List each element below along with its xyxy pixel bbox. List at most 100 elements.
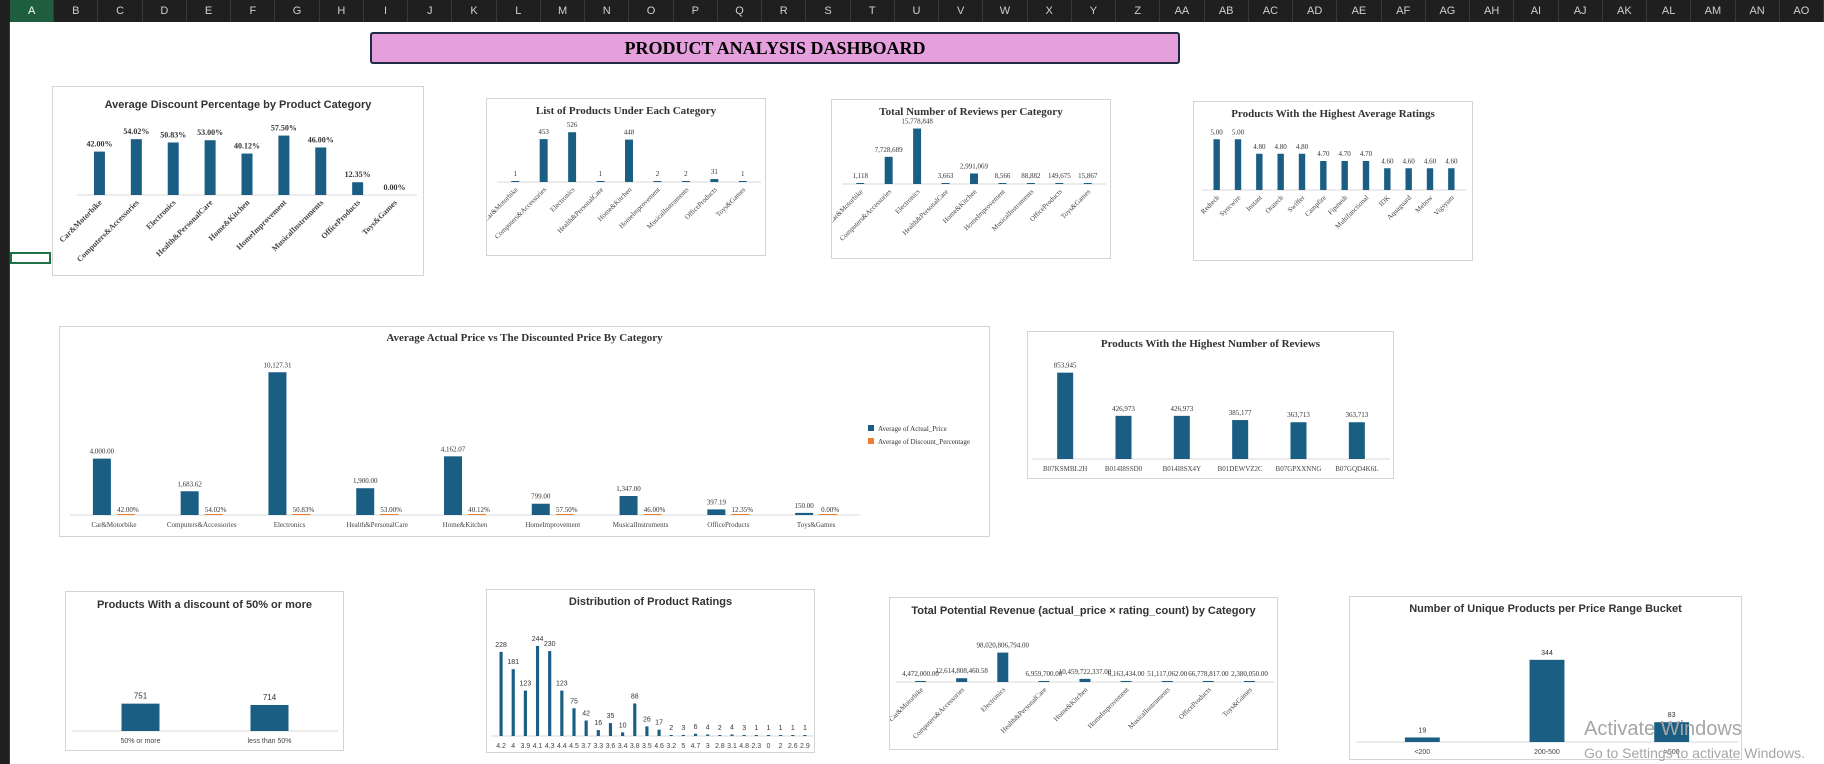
data-label: 344 [1541,650,1553,657]
data-label: 0.00% [384,183,406,192]
chart-products-per-category[interactable]: List of Products Under Each Category 1 Ca… [486,98,766,256]
data-label: 426,973 [1170,405,1193,413]
column-header-an[interactable]: AN [1736,0,1780,22]
chart-plot: 4,000.00 42.00% Car&Motorbike 1,683.62 54.02… [70,361,970,529]
bar [1232,420,1249,459]
data-label: 1,118 [852,172,868,180]
bar [539,139,548,182]
column-header-z[interactable]: Z [1116,0,1161,22]
x-tick-label: Toys&Games [797,521,836,529]
column-header-d[interactable]: D [143,0,187,22]
column-header-aa[interactable]: AA [1160,0,1205,22]
x-tick-label: Electronics [979,686,1007,714]
column-header-t[interactable]: T [851,0,895,22]
bar-actual-price [180,491,199,515]
bar [608,723,613,736]
column-header-g[interactable]: G [275,0,320,22]
column-header-al[interactable]: AL [1647,0,1692,22]
column-header-i[interactable]: I [364,0,409,22]
column-header-m[interactable]: M [541,0,586,22]
data-label: 2 [669,725,673,732]
data-label: 4 [730,725,734,732]
x-tick-label: 3.9 [521,743,531,750]
data-label: 714 [263,693,277,702]
bar [523,690,527,736]
column-header-n[interactable]: N [585,0,630,22]
legend-label: Average of Actual_Price [878,425,947,433]
bar-actual-price [795,512,814,515]
column-header-o[interactable]: O [629,0,674,22]
bar [742,734,746,736]
bar [941,183,950,184]
x-tick-label: 3.5 [642,743,652,750]
column-header-s[interactable]: S [806,0,851,22]
x-tick-label: Electronics [144,198,177,231]
column-header-l[interactable]: L [497,0,541,22]
column-header-ah[interactable]: AH [1470,0,1515,22]
chart-highest-reviews[interactable]: Products With the Highest Number of Revi… [1027,331,1394,479]
column-header-ae[interactable]: AE [1337,0,1382,22]
data-label: 31 [711,168,719,176]
bar [657,729,661,736]
column-header-ag[interactable]: AG [1426,0,1471,22]
data-label: 1 [791,725,795,732]
bar [511,669,515,736]
column-header-c[interactable]: C [98,0,143,22]
data-label: 1 [779,725,783,732]
bar [1277,153,1284,190]
bar [499,651,503,736]
column-header-ao[interactable]: AO [1780,0,1824,22]
column-header-j[interactable]: J [408,0,453,22]
column-header-r[interactable]: R [762,0,807,22]
column-header-af[interactable]: AF [1382,0,1426,22]
bar [1038,681,1050,682]
bar-actual-price [92,458,111,515]
selected-cell[interactable] [10,252,51,264]
chart-plot: 751 50% or more 714 less than 50% [72,692,338,745]
bar [766,735,771,736]
bar [856,183,865,184]
column-header-x[interactable]: X [1028,0,1072,22]
bar [1290,422,1307,459]
column-header-ab[interactable]: AB [1205,0,1249,22]
chart-potential-revenue[interactable]: Total Potential Revenue (actual_price × … [889,597,1278,750]
chart-discount-50-or-more[interactable]: Products With a discount of 50% or more … [65,591,344,751]
chart-actual-vs-discounted-price[interactable]: Average Actual Price vs The Discounted P… [59,326,990,537]
data-label: 230 [544,641,556,648]
chart-rating-distribution[interactable]: Distribution of Product Ratings 228 4.2 18… [486,589,815,753]
column-header-q[interactable]: Q [718,0,763,22]
column-header-aj[interactable]: AJ [1559,0,1603,22]
column-header-ak[interactable]: AK [1603,0,1647,22]
x-tick-label: Instant [1245,194,1264,213]
bar [645,726,649,736]
column-header-p[interactable]: P [674,0,718,22]
column-header-f[interactable]: F [231,0,276,22]
chart-reviews-per-category[interactable]: Total Number of Reviews per Category 1,1… [831,99,1111,259]
column-header-v[interactable]: V [939,0,984,22]
column-header-b[interactable]: B [54,0,99,22]
data-label: 526 [567,121,578,129]
column-header-y[interactable]: Y [1072,0,1117,22]
column-header-am[interactable]: AM [1691,0,1736,22]
x-tick-label: 0 [767,743,771,750]
column-header-ad[interactable]: AD [1293,0,1338,22]
column-header-k[interactable]: K [452,0,497,22]
bar [352,182,364,195]
chart-discount-by-category[interactable]: Average Discount Percentage by Product C… [52,86,424,276]
column-header-ai[interactable]: AI [1514,0,1559,22]
column-header-h[interactable]: H [320,0,364,22]
column-header-w[interactable]: W [983,0,1028,22]
chart-highest-ratings[interactable]: Products With the Highest Average Rating… [1193,101,1473,261]
column-header-ac[interactable]: AC [1249,0,1294,22]
column-header-a[interactable]: A [10,0,55,22]
bar-actual-price [619,496,638,515]
bar-discount-percentage [380,514,399,515]
data-label: 4.60 [1381,157,1394,165]
x-tick-label: 4.4 [557,743,567,750]
bar [568,132,577,182]
x-tick-label: Toys&Games [1221,686,1254,719]
column-header-u[interactable]: U [895,0,940,22]
bar [669,735,673,736]
x-tick-label: Electronics [894,188,922,216]
column-header-e[interactable]: E [187,0,232,22]
